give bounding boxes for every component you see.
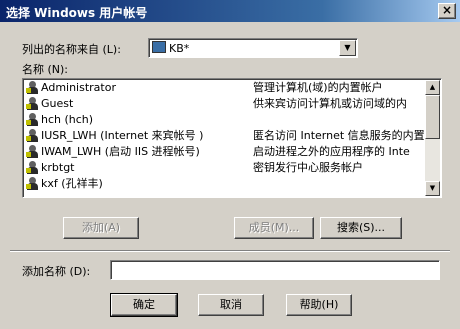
list-item[interactable]: Guest 供来宾访问计算机或访问域的内: [25, 96, 423, 112]
names-label: 名称 (N):: [22, 63, 69, 76]
user-icon: [26, 145, 38, 158]
add-name-input[interactable]: [110, 260, 440, 280]
list-item[interactable]: Administrator 管理计算机(域)的内置帐户: [25, 80, 423, 96]
source-value: KB*: [169, 42, 190, 55]
divider: [10, 250, 450, 252]
user-icon: [26, 97, 38, 110]
search-button[interactable]: 搜索(S)...: [320, 217, 402, 239]
close-button[interactable]: ×: [438, 3, 456, 19]
user-icon: [26, 177, 38, 190]
list-item[interactable]: IWAM_LWH (启动 IIS 进程帐号) 启动进程之外的应用程序的 Inte: [25, 144, 423, 160]
scroll-up-icon[interactable]: ▲: [425, 80, 440, 95]
cancel-button[interactable]: 取消: [198, 294, 264, 316]
user-icon: [26, 129, 38, 142]
source-combo[interactable]: KB* ▼: [148, 38, 358, 58]
members-button[interactable]: 成员(M)...: [234, 217, 314, 239]
list-scrollbar[interactable]: ▲ ▼: [425, 80, 440, 196]
user-list[interactable]: Administrator 管理计算机(域)的内置帐户 Guest 供来宾访问计…: [22, 78, 442, 198]
ok-button[interactable]: 确定: [110, 293, 178, 317]
list-item[interactable]: kxf (孔祥丰): [25, 176, 423, 192]
list-item[interactable]: IUSR_LWH (Internet 来宾帐号 ) 匿名访问 Internet …: [25, 128, 425, 144]
list-item[interactable]: krbtgt 密钥发行中心服务帐户: [25, 160, 423, 176]
user-icon: [26, 113, 38, 126]
chevron-down-icon[interactable]: ▼: [339, 40, 356, 56]
add-button[interactable]: 添加(A): [63, 217, 139, 239]
source-label: 列出的名称来自 (L):: [22, 43, 121, 56]
computer-icon: [152, 41, 166, 53]
help-button[interactable]: 帮助(H): [286, 294, 352, 316]
scroll-down-icon[interactable]: ▼: [425, 181, 440, 196]
user-icon: [26, 81, 38, 94]
add-name-label: 添加名称 (D):: [22, 265, 91, 278]
window-title: 选择 Windows 用户帐号: [6, 6, 148, 20]
user-icon: [26, 161, 38, 174]
title-bar: 选择 Windows 用户帐号 ×: [0, 0, 460, 22]
scroll-thumb[interactable]: [425, 95, 440, 139]
list-item[interactable]: hch (hch): [25, 112, 423, 128]
